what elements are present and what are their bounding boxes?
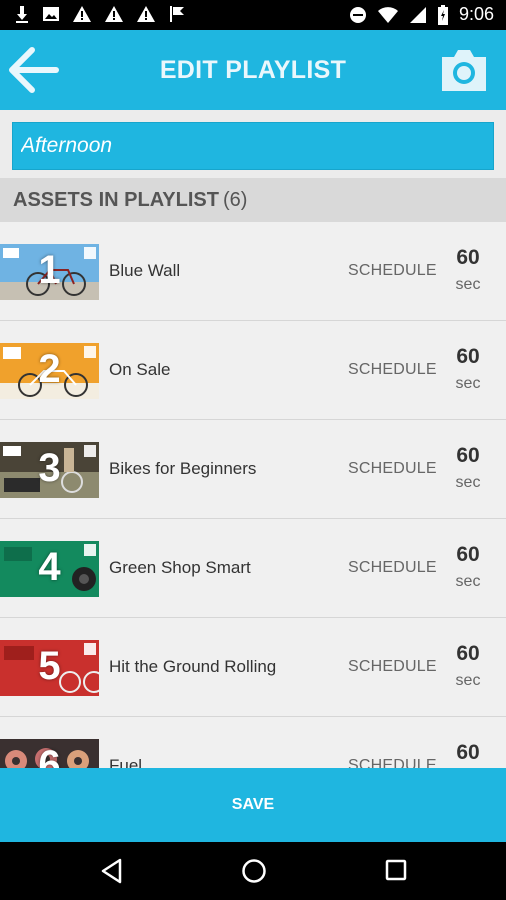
duration-unit: sec — [455, 375, 481, 392]
schedule-button[interactable]: SCHEDULE — [348, 757, 437, 768]
back-button[interactable] — [6, 44, 62, 96]
schedule-button[interactable]: SCHEDULE — [348, 262, 437, 280]
wifi-icon — [377, 6, 398, 23]
flag-icon — [170, 6, 184, 22]
app-bar: EDIT PLAYLIST — [0, 30, 506, 110]
duration-unit: sec — [455, 474, 481, 491]
asset-duration[interactable]: 60 sec — [448, 642, 488, 690]
duration-unit: sec — [455, 672, 481, 689]
asset-number: 1 — [38, 248, 61, 292]
download-icon — [16, 6, 28, 23]
duration-unit: sec — [455, 276, 481, 293]
arrow-left-icon — [9, 47, 59, 93]
home-nav-icon[interactable] — [241, 858, 267, 884]
duration-value: 60 — [456, 246, 480, 269]
duration-value: 60 — [456, 345, 480, 368]
asset-duration[interactable]: 60 sec — [448, 741, 488, 768]
warning-icon — [137, 6, 155, 22]
status-time: 9:06 — [458, 4, 494, 24]
asset-name: Bikes for Beginners — [109, 459, 257, 478]
schedule-button[interactable]: SCHEDULE — [348, 361, 437, 379]
asset-name: Hit the Ground Rolling — [109, 657, 277, 676]
asset-thumbnail: 3 — [0, 442, 99, 498]
duration-value: 60 — [456, 543, 480, 566]
list-item[interactable]: 3 Bikes for Beginners SCHEDULE 60 sec — [0, 420, 506, 519]
list-item[interactable]: 6 Fuel SCHEDULE 60 sec — [0, 717, 506, 768]
duration-value: 60 — [456, 444, 480, 467]
image-icon — [43, 7, 59, 21]
asset-name: Green Shop Smart — [109, 558, 251, 577]
recents-nav-icon[interactable] — [385, 858, 407, 884]
asset-duration[interactable]: 60 sec — [448, 543, 488, 591]
signal-icon — [409, 6, 426, 23]
asset-thumbnail: 5 — [0, 640, 99, 696]
warning-icon — [105, 6, 123, 22]
schedule-button[interactable]: SCHEDULE — [348, 658, 437, 676]
battery-icon — [437, 4, 448, 25]
asset-duration[interactable]: 60 sec — [448, 345, 488, 393]
duration-value: 60 — [456, 642, 480, 665]
asset-thumbnail: 2 — [0, 343, 99, 399]
warning-icon — [73, 6, 91, 22]
asset-name: Fuel — [109, 756, 143, 768]
section-heading: ASSETS IN PLAYLIST — [13, 188, 219, 211]
camera-icon — [442, 50, 486, 91]
asset-duration[interactable]: 60 sec — [448, 246, 488, 294]
schedule-button[interactable]: SCHEDULE — [348, 460, 437, 478]
schedule-button[interactable]: SCHEDULE — [348, 559, 437, 577]
system-nav-bar — [0, 842, 506, 900]
asset-name: Blue Wall — [109, 261, 181, 280]
save-button[interactable]: SAVE — [0, 768, 506, 842]
list-item[interactable]: 4 Green Shop Smart SCHEDULE 60 sec — [0, 519, 506, 618]
asset-number: 2 — [38, 347, 61, 391]
asset-name: On Sale — [109, 360, 171, 379]
status-bar: 9:06 — [0, 0, 506, 30]
asset-number: 3 — [38, 446, 61, 490]
page-title: EDIT PLAYLIST — [159, 55, 347, 84]
asset-number: 5 — [38, 644, 61, 688]
assets-section-header: ASSETS IN PLAYLIST (6) — [0, 178, 506, 222]
back-nav-icon[interactable] — [100, 858, 124, 884]
asset-thumbnail: 4 — [0, 541, 99, 597]
asset-count: (6) — [222, 188, 248, 211]
asset-thumbnail: 6 — [0, 739, 99, 768]
list-item[interactable]: 1 Blue Wall SCHEDULE 60 sec — [0, 222, 506, 321]
asset-number: 4 — [38, 545, 61, 589]
asset-number: 6 — [38, 743, 61, 768]
asset-list[interactable]: 1 Blue Wall SCHEDULE 60 sec 2 On Sale SC… — [0, 222, 506, 768]
duration-value: 60 — [456, 741, 480, 764]
duration-unit: sec — [455, 573, 481, 590]
list-item[interactable]: 2 On Sale SCHEDULE 60 sec — [0, 321, 506, 420]
playlist-name-field[interactable] — [13, 123, 493, 169]
playlist-name-field-container — [12, 122, 494, 170]
asset-thumbnail: 1 — [0, 244, 99, 300]
asset-duration[interactable]: 60 sec — [448, 444, 488, 492]
do-not-disturb-icon — [349, 6, 366, 23]
list-item[interactable]: 5 Hit the Ground Rolling SCHEDULE 60 sec — [0, 618, 506, 717]
camera-button[interactable] — [438, 45, 490, 95]
